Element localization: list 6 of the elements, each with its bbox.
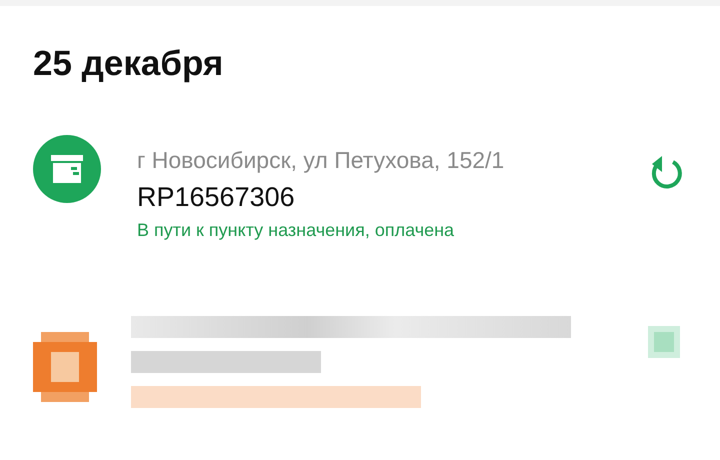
shipment-status: В пути к пункту назначения, оплачена — [137, 219, 456, 242]
parcel-icon — [33, 135, 101, 203]
tracking-number: RP16567306 — [137, 181, 296, 214]
blurred-icon — [33, 332, 97, 402]
delivery-address: г Новосибирск, ул Петухова, 152/1 — [137, 146, 506, 174]
date-heading: 25 декабря — [33, 44, 224, 84]
